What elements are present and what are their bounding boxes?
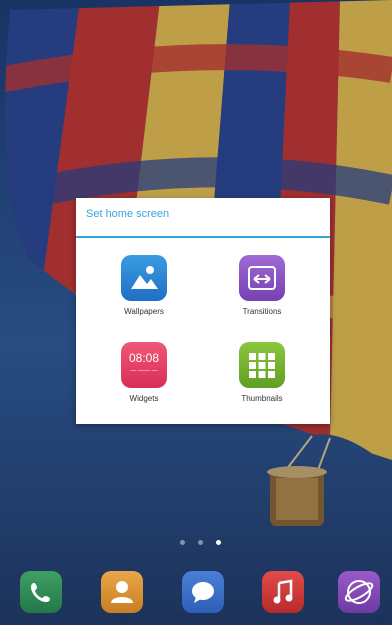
messaging-icon[interactable] [182,571,224,613]
wallpapers-option[interactable]: Wallpapers [89,255,199,316]
clock-time: 08:08 [128,351,160,365]
transitions-option[interactable]: Transitions [207,255,317,316]
wallpaper-icon [121,255,167,301]
thumbnails-icon [239,342,285,388]
widgets-option[interactable]: 08:08 — —— — Widgets [89,342,199,403]
widgets-clock-icon: 08:08 — —— — [121,342,167,388]
transitions-label: Transitions [242,307,282,316]
contacts-icon[interactable] [101,571,143,613]
phone-icon[interactable] [20,571,62,613]
thumbnails-option[interactable]: Thumbnails [207,342,317,403]
transitions-icon [239,255,285,301]
page-dot[interactable] [180,540,185,545]
page-dot-active[interactable] [216,540,221,545]
home-screen: Set home screen Wallpapers Transitions 0… [0,0,392,625]
thumbnails-label: Thumbnails [241,394,283,403]
dialog-title: Set home screen [86,208,170,220]
clock-date-line: — —— — [130,368,158,374]
wallpapers-label: Wallpapers [124,307,164,316]
music-icon[interactable] [262,571,304,613]
browser-icon[interactable] [338,571,380,613]
widgets-label: Widgets [129,394,159,403]
title-divider [76,236,330,238]
set-home-screen-dialog: Set home screen Wallpapers Transitions 0… [76,198,330,424]
page-dot[interactable] [198,540,203,545]
